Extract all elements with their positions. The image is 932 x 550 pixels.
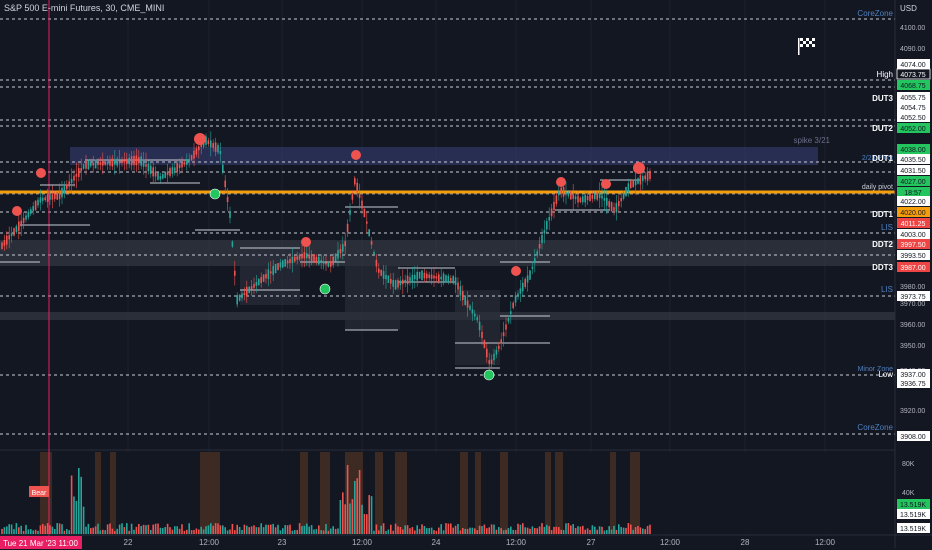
svg-text:4022.00: 4022.00	[900, 199, 925, 206]
price-tick: 4100.00	[900, 25, 925, 32]
level-label-high: High	[877, 70, 893, 79]
volume-tick: 40K	[902, 490, 915, 497]
time-tick: 12:00	[352, 538, 373, 547]
price-box: 3997.50	[897, 239, 930, 249]
price-box: 4074.00	[897, 59, 930, 69]
price-box: 4055.75	[897, 92, 930, 102]
level-label-low: Low	[878, 370, 893, 379]
svg-text:3993.50: 3993.50	[900, 253, 925, 260]
price-box: 4003.00	[897, 229, 930, 239]
svg-text:4031.50: 4031.50	[900, 168, 925, 175]
price-box: 4027.00	[897, 176, 930, 186]
time-tick: 12:00	[506, 538, 527, 547]
price-box: 4020.00	[897, 207, 930, 217]
time-tick: 12:00	[660, 538, 681, 547]
svg-text:3973.75: 3973.75	[900, 294, 925, 301]
svg-text:4020.00: 4020.00	[900, 210, 925, 217]
level-label-dut1: DUT1	[872, 154, 893, 163]
level-label-dut2: DUT2	[872, 124, 893, 133]
svg-text:4027.00: 4027.00	[900, 179, 925, 186]
svg-text:3997.50: 3997.50	[900, 242, 925, 249]
price-box: 3937.00	[897, 369, 930, 379]
svg-text:18:57: 18:57	[904, 190, 922, 197]
svg-text:4055.75: 4055.75	[900, 95, 925, 102]
svg-text:13.519K: 13.519K	[900, 526, 926, 533]
level-label-ddt1: DDT1	[872, 210, 893, 219]
level-label-lis-1: LIS	[881, 223, 893, 232]
time-tick: 23	[278, 538, 287, 547]
price-box: 4073.75	[896, 68, 931, 80]
price-box: 4035.50	[897, 154, 930, 164]
svg-text:4074.00: 4074.00	[900, 62, 925, 69]
svg-text:3908.00: 3908.00	[900, 434, 925, 441]
time-cursor-label: Tue 21 Mar '23 11:00	[3, 539, 78, 548]
checkered-flag-icon	[798, 38, 815, 55]
time-tick: 27	[587, 538, 596, 547]
price-tick: 4090.00	[900, 46, 925, 53]
price-box: 4031.50	[897, 165, 930, 175]
price-tick: 3950.00	[900, 343, 925, 350]
time-tick: 22	[124, 538, 133, 547]
currency-label: USD	[900, 4, 917, 13]
svg-text:4054.75: 4054.75	[900, 105, 925, 112]
svg-text:4011.25: 4011.25	[901, 221, 926, 228]
svg-text:3936.75: 3936.75	[900, 381, 925, 388]
svg-text:4052.00: 4052.00	[900, 126, 925, 133]
svg-text:13.519K: 13.519K	[900, 512, 926, 519]
price-box: 4054.75	[897, 102, 930, 112]
svg-text:3987.00: 3987.00	[900, 265, 925, 272]
level-label-daily-pivot: daily pivot	[862, 184, 893, 191]
volume-stripes	[0, 452, 895, 534]
price-box: 3993.50	[897, 250, 930, 260]
level-label-dut3: DUT3	[872, 94, 893, 103]
price-box: 18:57	[897, 187, 930, 197]
level-label-ddt2: DDT2	[872, 240, 893, 249]
ddt-zone	[0, 240, 895, 266]
price-box: 3973.75	[897, 291, 930, 301]
svg-text:13.519K: 13.519K	[900, 502, 926, 509]
time-tick: 12:00	[815, 538, 836, 547]
chart-title: S&P 500 E-mini Futures, 30, CME_MINI	[4, 3, 165, 13]
svg-text:3937.00: 3937.00	[900, 372, 925, 379]
svg-text:4038.00: 4038.00	[900, 147, 925, 154]
svg-text:4035.50: 4035.50	[900, 157, 925, 164]
bear-label: Bear	[32, 490, 47, 497]
price-box: 4052.00	[897, 123, 930, 133]
price-box: 13.519K	[897, 523, 930, 533]
price-box: 3908.00	[897, 431, 930, 441]
level-label-ddt3: DDT3	[872, 263, 893, 272]
price-tick: 3970.00	[900, 301, 925, 308]
lis-zone	[0, 312, 895, 320]
price-box: 3987.00	[897, 262, 930, 272]
price-box: 13.519K	[897, 499, 930, 509]
time-tick: 24	[432, 538, 441, 547]
level-label-lis-2: LIS	[881, 285, 893, 294]
time-tick: 28	[741, 538, 750, 547]
price-box: 3936.75	[897, 378, 930, 388]
price-box: 4038.00	[897, 144, 930, 154]
volume-tick: 80K	[902, 461, 915, 468]
price-box: 4011.25	[897, 218, 930, 228]
level-label-corezone-bottom: CoreZone	[857, 423, 893, 432]
time-tick: 12:00	[199, 538, 220, 547]
svg-text:4003.00: 4003.00	[900, 232, 925, 239]
price-box: 13.519K	[897, 509, 930, 519]
price-tick: 3980.00	[900, 284, 925, 291]
price-tick: 3960.00	[900, 322, 925, 329]
svg-text:4052.50: 4052.50	[900, 115, 925, 122]
svg-text:4068.75: 4068.75	[900, 83, 925, 90]
trading-chart[interactable]: 4100.004090.004080.004050.004020.004000.…	[0, 0, 932, 550]
price-box: 4068.75	[897, 80, 930, 90]
level-label-corezone-top: CoreZone	[857, 9, 893, 18]
svg-text:4073.75: 4073.75	[900, 72, 925, 79]
price-tick: 3920.00	[900, 408, 925, 415]
price-box: 4052.50	[897, 112, 930, 122]
price-box: 4022.00	[897, 196, 930, 206]
level-label-spike: spike 3/21	[794, 136, 831, 145]
